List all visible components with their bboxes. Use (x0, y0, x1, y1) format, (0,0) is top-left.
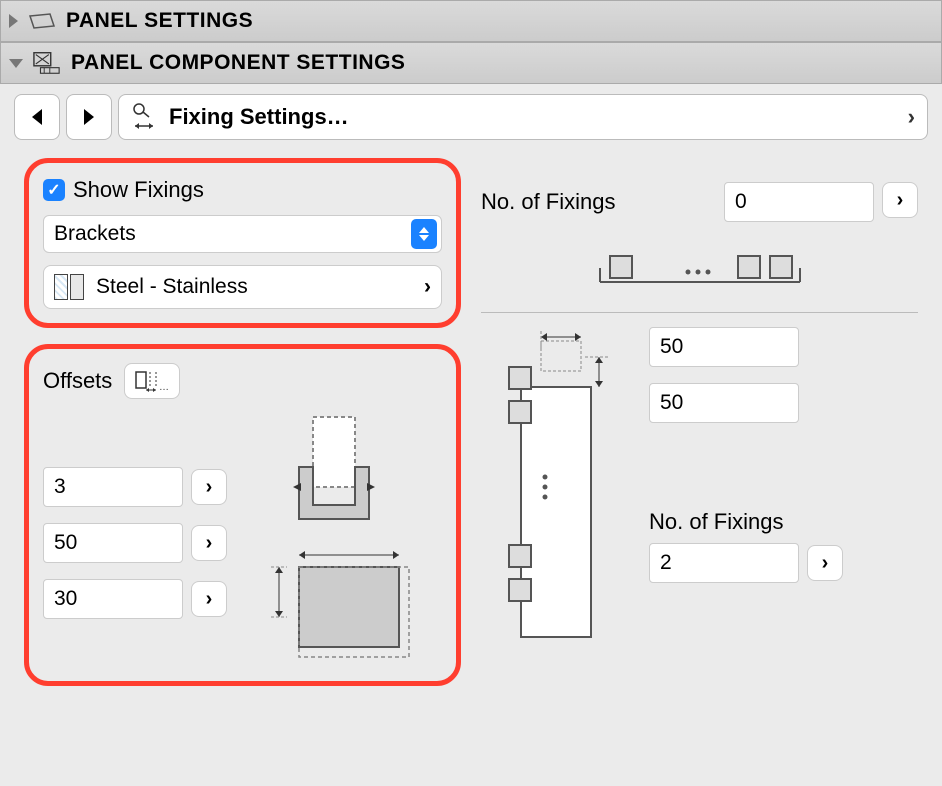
panel-settings-header[interactable]: PANEL SETTINGS (0, 0, 942, 42)
panel-icon (28, 11, 56, 31)
next-button[interactable] (66, 94, 112, 140)
fixing-type-value: Brackets (54, 222, 136, 246)
fixing-settings-dropdown[interactable]: Fixing Settings… › (118, 94, 928, 140)
disclosure-right-icon (9, 14, 18, 28)
show-fixings-label: Show Fixings (73, 177, 204, 203)
fixing-settings-icon (131, 102, 159, 132)
panel-settings-title: PANEL SETTINGS (66, 9, 253, 33)
show-fixings-group: ✓ Show Fixings Brackets Steel - Stainles… (24, 158, 461, 328)
chevron-right-icon: › (424, 275, 431, 299)
fixing-type-select[interactable]: Brackets (43, 215, 442, 253)
offsets-diagram (243, 407, 423, 667)
no-of-fixings-top-input[interactable] (724, 182, 874, 222)
component-icon (33, 53, 61, 73)
separator (481, 312, 918, 313)
material-dropdown[interactable]: Steel - Stainless › (43, 265, 442, 309)
side-offset-a-input[interactable] (649, 327, 799, 367)
svg-text:…: … (159, 382, 169, 392)
side-fixings-diagram (481, 327, 631, 647)
fixings-top-diagram (481, 238, 918, 298)
no-of-fixings-label-2: No. of Fixings (649, 509, 918, 535)
offset-input-3[interactable] (43, 579, 183, 619)
panel-component-settings-header[interactable]: PANEL COMPONENT SETTINGS (0, 42, 942, 84)
show-fixings-checkbox[interactable]: ✓ (43, 179, 65, 201)
offset-3-more-button[interactable]: › (191, 581, 227, 617)
side-offset-b-input[interactable] (649, 383, 799, 423)
material-value: Steel - Stainless (96, 275, 248, 299)
offset-1-more-button[interactable]: › (191, 469, 227, 505)
no-of-fixings-label: No. of Fixings (481, 189, 616, 215)
chevron-right-icon: › (908, 104, 915, 130)
no-of-fixings-bottom-more-button[interactable]: › (807, 545, 843, 581)
prev-button[interactable] (14, 94, 60, 140)
no-of-fixings-bottom-input[interactable] (649, 543, 799, 583)
offsets-mode-button[interactable]: … (124, 363, 180, 399)
no-of-fixings-top-more-button[interactable]: › (882, 182, 918, 218)
material-icon (54, 274, 88, 300)
offset-2-more-button[interactable]: › (191, 525, 227, 561)
offsets-title: Offsets (43, 368, 112, 394)
offsets-group: Offsets … (24, 344, 461, 686)
panel-component-settings-title: PANEL COMPONENT SETTINGS (71, 51, 405, 75)
offset-input-1[interactable] (43, 467, 183, 507)
fixing-settings-label: Fixing Settings… (169, 104, 349, 130)
offset-input-2[interactable] (43, 523, 183, 563)
select-stepper-icon (411, 219, 437, 249)
disclosure-down-icon (9, 59, 23, 68)
